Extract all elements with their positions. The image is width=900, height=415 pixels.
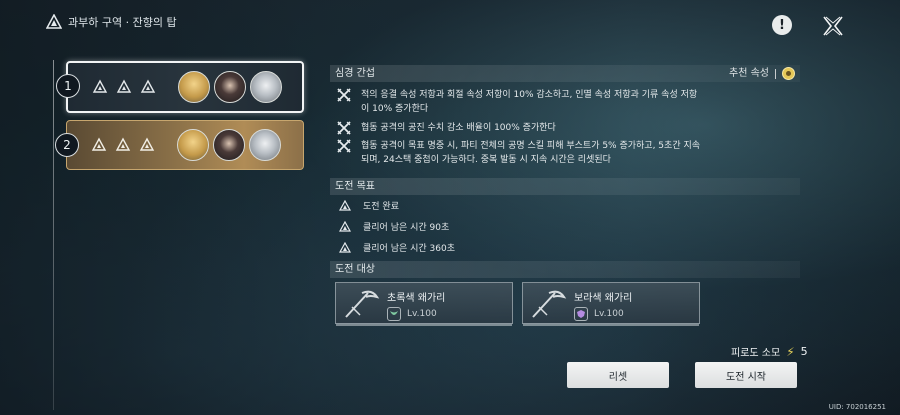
crossed-swords-icon	[337, 139, 351, 153]
stage-stars	[92, 79, 156, 95]
stage-card-2[interactable]: 2	[55, 120, 304, 170]
section-title: 도전 목표	[335, 181, 375, 192]
recommend-label: 추천 속성	[729, 68, 769, 79]
tower-logo-icon	[46, 14, 62, 29]
stage-number: 2	[55, 133, 79, 157]
enemy-level: Lv.100	[594, 309, 624, 319]
team-avatars	[177, 129, 281, 161]
star-icon	[115, 137, 131, 151]
goal-item: 도전 완료	[339, 199, 399, 212]
effect-text: 협동 공격의 공진 수치 감소 배율이 100% 증가한다	[361, 123, 556, 133]
stage-list-rail	[53, 60, 54, 410]
enemy-level: Lv.100	[407, 309, 437, 319]
avatar	[249, 129, 281, 161]
goal-triangle-icon	[339, 220, 351, 232]
star-icon	[116, 79, 132, 93]
star-icon	[91, 137, 107, 151]
effect-item: 협동 공격이 목표 명중 시, 파티 전체의 공명 스킬 피해 부스트가 5% …	[337, 139, 701, 167]
bolt-icon: ⚡	[786, 344, 795, 359]
enemy-level-row: Lv.100	[574, 307, 624, 321]
goal-text: 도전 완료	[363, 202, 399, 212]
recommend-attribute[interactable]: 추천 속성	[729, 65, 795, 82]
star-icon	[92, 79, 108, 93]
avatar	[213, 129, 245, 161]
section-title: 심경 간섭	[335, 68, 375, 79]
heron-enemy-icon	[532, 290, 567, 318]
enemy-card-green-heron[interactable]: 초록색 왜가리 Lv.100	[335, 282, 513, 326]
fatigue-value: 5	[800, 345, 808, 358]
enemy-name: 보라색 왜가리	[574, 293, 633, 304]
effect-text: 적의 응결 속성 저항과 회절 속성 저항이 10% 감소하고, 인멸 속성 저…	[361, 90, 698, 114]
heron-enemy-icon	[345, 290, 380, 318]
crossed-swords-icon	[337, 121, 351, 135]
effect-item: 적의 응결 속성 저항과 회절 속성 저항이 10% 감소하고, 인멸 속성 저…	[337, 88, 701, 116]
goal-item: 클리어 남은 시간 360초	[339, 241, 455, 254]
section-goals: 도전 목표	[330, 178, 800, 195]
effect-item: 협동 공격의 공진 수치 감소 배율이 100% 증가한다	[337, 121, 701, 135]
stage-card-1[interactable]: 1	[56, 61, 304, 113]
header-breadcrumb: 과부하 구역 · 잔향의 탑	[46, 14, 177, 30]
avatar	[214, 71, 246, 103]
goal-item: 클리어 남은 시간 90초	[339, 220, 449, 233]
attribute-leaf-icon	[387, 307, 401, 321]
avatar	[177, 129, 209, 161]
star-icon	[140, 79, 156, 93]
info-icon[interactable]: !	[772, 15, 792, 35]
reset-button[interactable]: 리셋	[567, 362, 669, 388]
fatigue-label: 피로도 소모	[731, 348, 781, 359]
stage-stars	[91, 137, 155, 153]
section-resonance: 심경 간섭 추천 속성	[330, 65, 800, 82]
close-x-icon[interactable]	[821, 14, 845, 38]
uid-label: UID: 702016251	[828, 403, 886, 411]
section-targets: 도전 대상	[330, 261, 800, 278]
effect-text: 협동 공격이 목표 명중 시, 파티 전체의 공명 스킬 피해 부스트가 5% …	[361, 141, 701, 165]
team-avatars	[178, 71, 282, 103]
start-challenge-button[interactable]: 도전 시작	[695, 362, 797, 388]
enemy-card-purple-heron[interactable]: 보라색 왜가리 Lv.100	[522, 282, 700, 326]
breadcrumb-text: 과부하 구역 · 잔향의 탑	[68, 16, 177, 29]
fatigue-cost: 피로도 소모 ⚡ 5	[731, 344, 808, 360]
enemy-level-row: Lv.100	[387, 307, 437, 321]
divider	[775, 68, 776, 79]
goal-triangle-icon	[339, 241, 351, 253]
attribute-shield-icon	[574, 307, 588, 321]
goal-text: 클리어 남은 시간 90초	[363, 223, 450, 233]
section-title: 도전 대상	[335, 264, 375, 275]
crossed-swords-icon	[337, 88, 351, 102]
avatar	[250, 71, 282, 103]
star-icon	[139, 137, 155, 151]
goal-text: 클리어 남은 시간 360초	[363, 244, 456, 254]
stage-number: 1	[56, 74, 80, 98]
goal-triangle-icon	[339, 199, 351, 211]
enemy-name: 초록색 왜가리	[387, 293, 446, 304]
attribute-gold-icon	[782, 67, 795, 80]
avatar	[178, 71, 210, 103]
